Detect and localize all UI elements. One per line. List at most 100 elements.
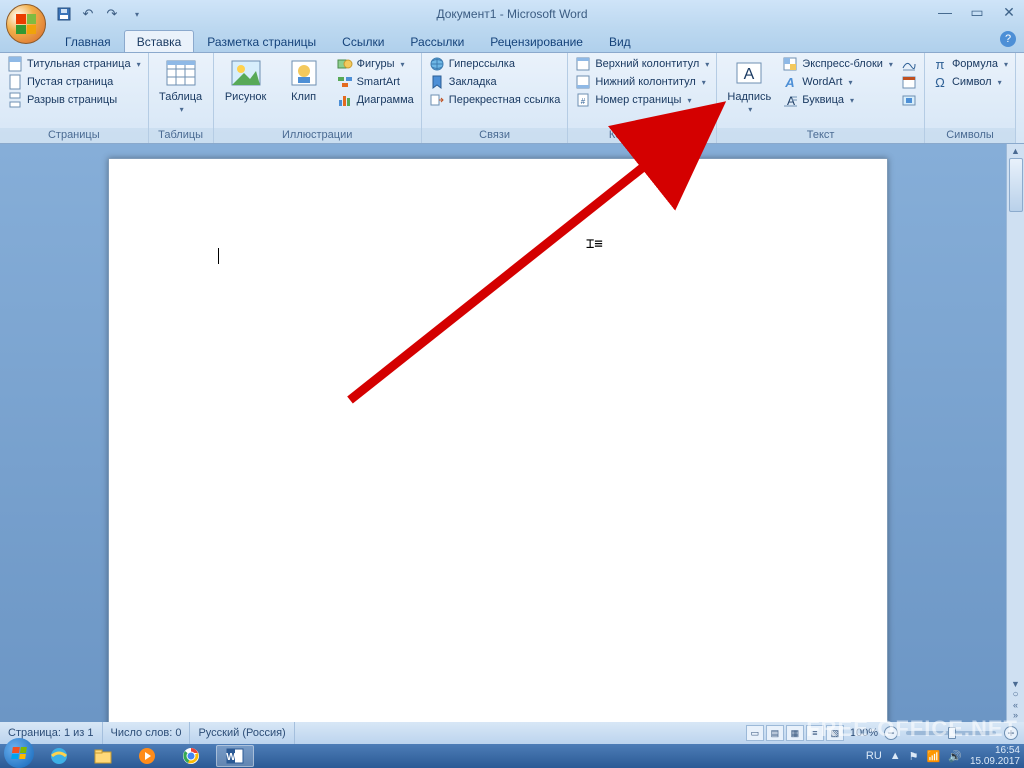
tray-action-center-icon[interactable]: ⚑ bbox=[909, 750, 919, 763]
smartart-icon bbox=[337, 74, 353, 90]
crossref-button[interactable]: Перекрестная ссылка bbox=[426, 91, 564, 109]
minimize-button[interactable]: — bbox=[936, 4, 954, 20]
clipart-icon bbox=[288, 57, 320, 89]
zoom-slider[interactable] bbox=[906, 731, 996, 735]
equation-button[interactable]: πФормула bbox=[929, 55, 1011, 73]
view-print-layout-icon[interactable]: ▭ bbox=[746, 725, 764, 741]
view-outline-icon[interactable]: ≡ bbox=[806, 725, 824, 741]
tab-insert[interactable]: Вставка bbox=[124, 30, 195, 52]
status-language[interactable]: Русский (Россия) bbox=[190, 722, 294, 744]
wordart-icon: A bbox=[782, 74, 798, 90]
status-bar: Страница: 1 из 1 Число слов: 0 Русский (… bbox=[0, 722, 1024, 744]
save-icon[interactable] bbox=[54, 4, 74, 24]
taskbar-ie[interactable] bbox=[40, 745, 78, 767]
scroll-down-icon[interactable]: ▼ bbox=[1011, 679, 1020, 689]
cover-page-icon bbox=[7, 56, 23, 72]
scroll-up-icon[interactable]: ▲ bbox=[1011, 146, 1020, 156]
crossref-icon bbox=[429, 92, 445, 108]
prev-page-icon[interactable]: « bbox=[1013, 700, 1018, 710]
object-icon bbox=[901, 92, 917, 108]
help-icon[interactable]: ? bbox=[1000, 31, 1016, 47]
date-icon bbox=[901, 74, 917, 90]
tab-review[interactable]: Рецензирование bbox=[477, 30, 596, 52]
group-headers-footers: Верхний колонтитул Нижний колонтитул #Но… bbox=[568, 53, 717, 143]
object-button[interactable] bbox=[898, 91, 920, 109]
page-number-button[interactable]: #Номер страницы bbox=[572, 91, 712, 109]
footer-icon bbox=[575, 74, 591, 90]
zoom-in-button[interactable]: + bbox=[1004, 726, 1018, 740]
textbox-button[interactable]: AНадпись bbox=[721, 55, 777, 115]
taskbar-media[interactable] bbox=[128, 745, 166, 767]
group-illustrations: Рисунок Клип Фигуры SmartArt Диаграмма И… bbox=[214, 53, 422, 143]
chart-button[interactable]: Диаграмма bbox=[334, 91, 417, 109]
view-web-icon[interactable]: ▦ bbox=[786, 725, 804, 741]
tray-lang[interactable]: RU bbox=[866, 750, 882, 762]
table-button[interactable]: Таблица bbox=[153, 55, 209, 115]
group-links: Гиперссылка Закладка Перекрестная ссылка… bbox=[422, 53, 569, 143]
vertical-scrollbar[interactable]: ▲ ▼ ○ « » bbox=[1006, 144, 1024, 722]
office-button[interactable] bbox=[6, 4, 46, 44]
footer-button[interactable]: Нижний колонтитул bbox=[572, 73, 712, 91]
wordart-button[interactable]: AWordArt bbox=[779, 73, 896, 91]
hyperlink-button[interactable]: Гиперссылка bbox=[426, 55, 564, 73]
blank-page-icon bbox=[7, 74, 23, 90]
tray-volume-icon[interactable]: 🔊 bbox=[948, 750, 962, 763]
bookmark-button[interactable]: Закладка bbox=[426, 73, 564, 91]
header-button[interactable]: Верхний колонтитул bbox=[572, 55, 712, 73]
tab-references[interactable]: Ссылки bbox=[329, 30, 397, 52]
start-button[interactable] bbox=[4, 738, 34, 768]
group-text: AНадпись Экспресс-блоки AWordArt AБуквиц… bbox=[717, 53, 925, 143]
tab-view[interactable]: Вид bbox=[596, 30, 644, 52]
dropcap-button[interactable]: AБуквица bbox=[779, 91, 896, 109]
tab-home[interactable]: Главная bbox=[52, 30, 124, 52]
group-tables: Таблица Таблицы bbox=[149, 53, 214, 143]
tray-clock[interactable]: 16:5415.09.2017 bbox=[970, 745, 1020, 767]
dropcap-icon: A bbox=[782, 92, 798, 108]
symbol-button[interactable]: ΩСимвол bbox=[929, 73, 1011, 91]
page-break-button[interactable]: Разрыв страницы bbox=[4, 91, 144, 109]
tray-show-hidden-icon[interactable]: ▲ bbox=[890, 750, 901, 762]
redo-icon[interactable]: ↷ bbox=[102, 4, 122, 24]
maximize-button[interactable]: ▭ bbox=[968, 4, 986, 21]
zoom-level[interactable]: 100% bbox=[850, 727, 878, 739]
quickparts-button[interactable]: Экспресс-блоки bbox=[779, 55, 896, 73]
browse-object-icon[interactable]: ○ bbox=[1012, 689, 1018, 700]
page-break-icon bbox=[7, 92, 23, 108]
document-area[interactable] bbox=[0, 144, 1006, 722]
view-reading-icon[interactable]: ▤ bbox=[766, 725, 784, 741]
tray-network-icon[interactable]: 📶 bbox=[927, 750, 941, 763]
date-time-button[interactable] bbox=[898, 73, 920, 91]
svg-text:A: A bbox=[744, 66, 755, 83]
view-draft-icon[interactable]: ▧ bbox=[826, 725, 844, 741]
undo-icon[interactable]: ↶ bbox=[78, 4, 98, 24]
signature-line-button[interactable] bbox=[898, 55, 920, 73]
group-symbols: πФормула ΩСимвол Символы bbox=[925, 53, 1016, 143]
taskbar-chrome[interactable] bbox=[172, 745, 210, 767]
qat-customize-icon[interactable] bbox=[126, 4, 146, 24]
cover-page-button[interactable]: Титульная страница bbox=[4, 55, 144, 73]
status-words[interactable]: Число слов: 0 bbox=[103, 722, 191, 744]
page-number-icon: # bbox=[575, 92, 591, 108]
page[interactable] bbox=[108, 158, 888, 722]
close-button[interactable]: ✕ bbox=[1000, 4, 1018, 21]
taskbar-explorer[interactable] bbox=[84, 745, 122, 767]
text-caret bbox=[218, 248, 219, 264]
picture-icon bbox=[230, 57, 262, 89]
tab-page-layout[interactable]: Разметка страницы bbox=[194, 30, 329, 52]
blank-page-button[interactable]: Пустая страница bbox=[4, 73, 144, 91]
tab-mailings[interactable]: Рассылки bbox=[397, 30, 477, 52]
smartart-button[interactable]: SmartArt bbox=[334, 73, 417, 91]
shapes-button[interactable]: Фигуры bbox=[334, 55, 417, 73]
quick-access-toolbar: ↶ ↷ bbox=[54, 4, 146, 24]
picture-button[interactable]: Рисунок bbox=[218, 55, 274, 104]
clipart-button[interactable]: Клип bbox=[276, 55, 332, 104]
ribbon-tabs: Главная Вставка Разметка страницы Ссылки… bbox=[0, 28, 1024, 52]
workspace: ▲ ▼ ○ « » bbox=[0, 144, 1024, 722]
ibeam-cursor: ⌶≡ bbox=[586, 236, 603, 252]
textbox-icon: A bbox=[733, 57, 765, 89]
zoom-out-button[interactable]: − bbox=[884, 726, 898, 740]
scroll-thumb[interactable] bbox=[1009, 158, 1023, 212]
next-page-icon[interactable]: » bbox=[1013, 710, 1018, 720]
window-title: Документ1 - Microsoft Word bbox=[436, 7, 587, 21]
taskbar-word[interactable]: W bbox=[216, 745, 254, 767]
